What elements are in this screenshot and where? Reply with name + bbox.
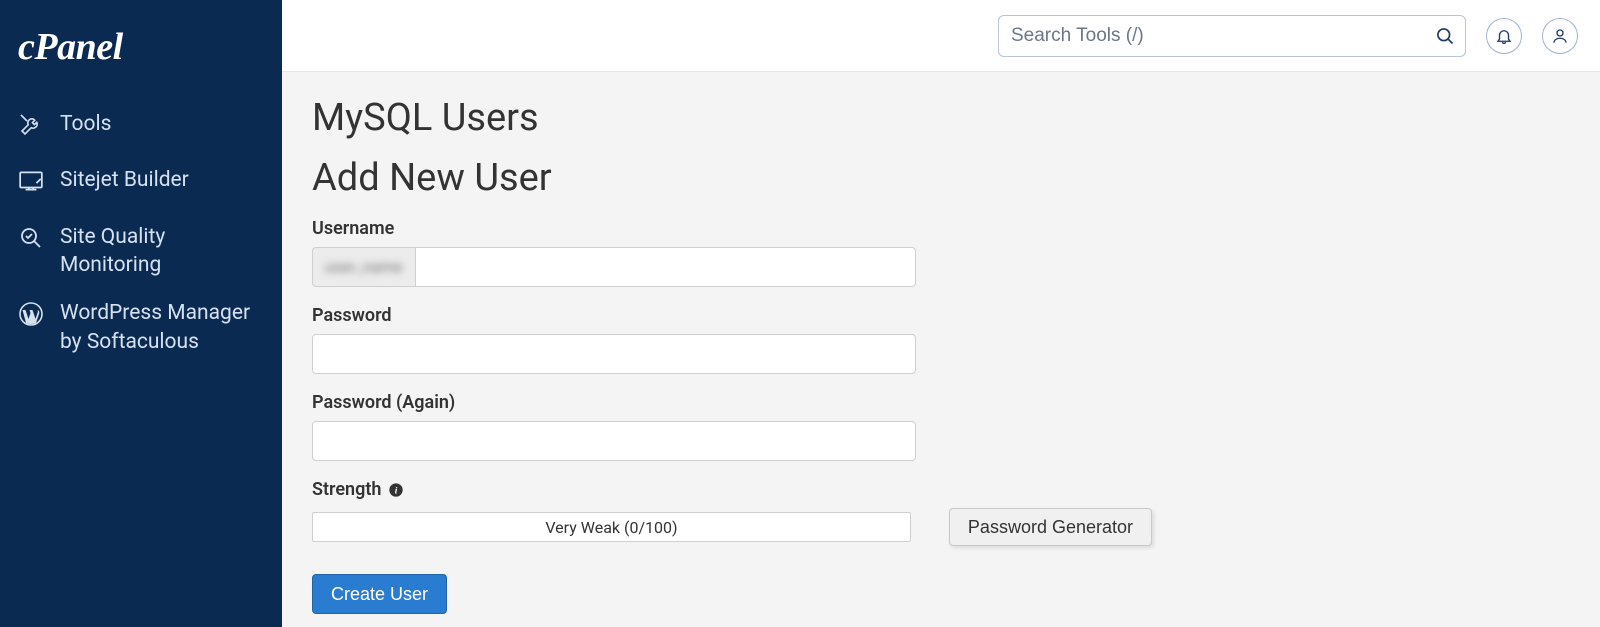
sitejet-icon xyxy=(18,168,44,194)
strength-label: Strength xyxy=(312,479,381,500)
wordpress-icon xyxy=(18,301,44,327)
bell-icon xyxy=(1495,27,1513,45)
sidebar-item-wp-manager[interactable]: WordPress Manager by Softaculous xyxy=(0,285,282,362)
username-label: Username xyxy=(312,218,1152,239)
search-input[interactable] xyxy=(998,15,1466,57)
content: MySQL Users Add New User Username user_n… xyxy=(282,72,1600,627)
sidebar: cPanel Tools Sitejet Builder Site Qualit… xyxy=(0,0,282,627)
sidebar-item-label: WordPress Manager by Softaculous xyxy=(60,299,264,356)
search-icon[interactable] xyxy=(1432,23,1458,49)
strength-meter: Very Weak (0/100) xyxy=(312,512,911,542)
username-prefix: user_name xyxy=(312,247,415,287)
username-prefix-text: user_name xyxy=(325,258,403,276)
username-row: user_name xyxy=(312,247,916,287)
password-label: Password xyxy=(312,305,1152,326)
notifications-button[interactable] xyxy=(1486,18,1522,54)
password-again-label: Password (Again) xyxy=(312,392,1152,413)
password-generator-button[interactable]: Password Generator xyxy=(949,508,1152,546)
info-icon[interactable]: i xyxy=(387,481,405,499)
password-generator-label: Password Generator xyxy=(968,517,1133,537)
section-title: Add New User xyxy=(312,156,1570,200)
topbar xyxy=(282,0,1600,72)
site-quality-icon xyxy=(18,225,44,251)
add-user-form: Username user_name Password Password (Ag… xyxy=(312,218,1152,614)
brand-logo: cPanel xyxy=(0,20,282,96)
search-wrap xyxy=(998,15,1466,57)
sidebar-item-tools[interactable]: Tools xyxy=(0,96,282,152)
create-user-button[interactable]: Create User xyxy=(312,574,447,614)
main-area: MySQL Users Add New User Username user_n… xyxy=(282,0,1600,627)
strength-row: Very Weak (0/100) Password Generator xyxy=(312,508,1152,546)
user-icon xyxy=(1551,27,1569,45)
password-again-field[interactable] xyxy=(312,421,916,461)
page-title: MySQL Users xyxy=(312,96,1570,140)
create-user-label: Create User xyxy=(331,584,428,604)
sidebar-item-label: Sitejet Builder xyxy=(60,166,189,194)
strength-label-row: Strength i xyxy=(312,479,1152,500)
sidebar-item-label: Tools xyxy=(60,110,111,138)
sidebar-item-sitejet[interactable]: Sitejet Builder xyxy=(0,152,282,208)
svg-text:i: i xyxy=(395,486,398,496)
sidebar-item-site-quality[interactable]: Site Quality Monitoring xyxy=(0,209,282,286)
tools-icon xyxy=(18,112,44,138)
brand-text: cPanel xyxy=(18,26,123,68)
account-button[interactable] xyxy=(1542,18,1578,54)
username-field[interactable] xyxy=(415,247,916,287)
nav-list: Tools Sitejet Builder Site Quality Monit… xyxy=(0,96,282,362)
strength-text: Very Weak (0/100) xyxy=(545,518,677,537)
sidebar-item-label: Site Quality Monitoring xyxy=(60,223,264,280)
password-field[interactable] xyxy=(312,334,916,374)
